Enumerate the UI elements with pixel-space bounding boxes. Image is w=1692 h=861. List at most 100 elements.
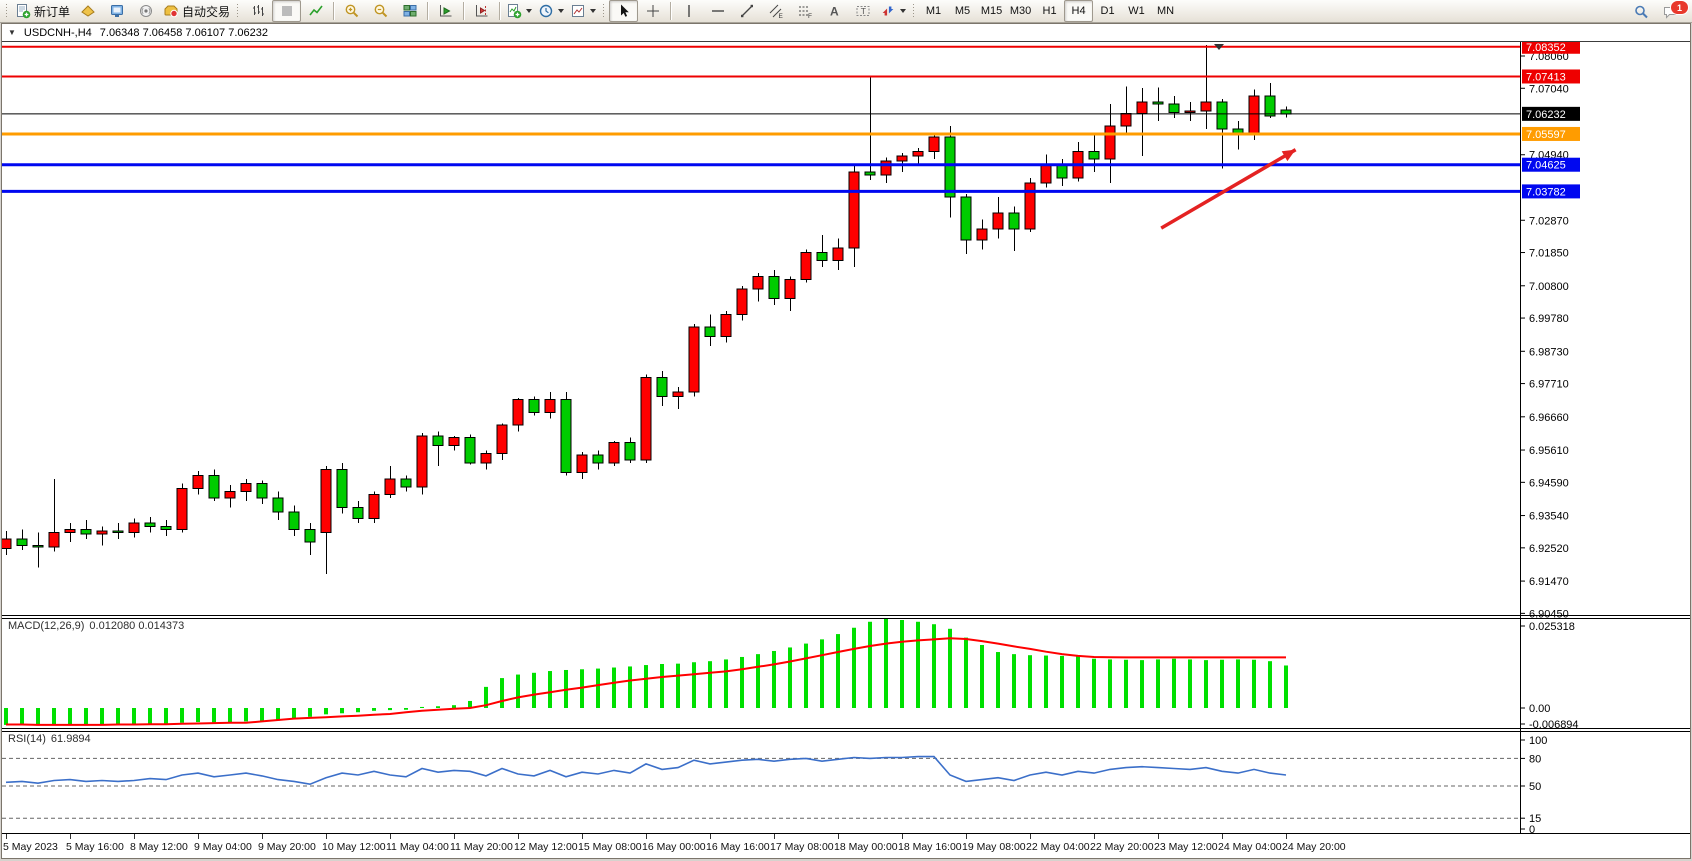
timeframe-m15[interactable]: M15 xyxy=(977,0,1006,22)
dropdown-caret-icon[interactable] xyxy=(558,9,564,13)
timeframe-mn[interactable]: MN xyxy=(1151,0,1180,22)
rsi-indicator-label: RSI(14) 61.9894 xyxy=(8,733,91,745)
svg-text:F: F xyxy=(808,13,812,19)
candlestick-chart-button[interactable] xyxy=(272,0,301,22)
candlestick-chart-icon xyxy=(279,3,295,19)
svg-text:T: T xyxy=(860,6,865,16)
line-chart-button[interactable] xyxy=(301,0,330,22)
timeframe-m30[interactable]: M30 xyxy=(1006,0,1035,22)
chart-collapse-icon[interactable]: ▼ xyxy=(8,29,16,37)
data-window-button[interactable] xyxy=(102,0,131,22)
toolbar-separator xyxy=(427,2,428,20)
timeframe-h4[interactable]: H4 xyxy=(1064,0,1093,22)
data-window-icon xyxy=(109,3,125,19)
chart-shift-icon xyxy=(474,3,490,19)
main-toolbar: 新订单 自动交易 E F A T M1 M5 M15 M30 H1 H4 D1 W1MN xyxy=(0,0,1692,23)
dropdown-caret-icon[interactable] xyxy=(590,9,596,13)
chart-shift-button[interactable] xyxy=(467,0,496,22)
toolbar-drag-handle[interactable] xyxy=(912,3,916,19)
crosshair-icon xyxy=(645,3,661,19)
dropdown-caret-icon[interactable] xyxy=(526,9,532,13)
templates-button[interactable] xyxy=(567,0,599,22)
indicators-icon xyxy=(506,3,522,19)
timeframe-h4-label: H4 xyxy=(1072,5,1086,17)
timeframe-w1[interactable]: W1 xyxy=(1122,0,1151,22)
horizontal-line-button[interactable] xyxy=(703,0,732,22)
timeframe-h1-label: H1 xyxy=(1043,5,1057,17)
chart-title-symbol: USDCNH-,H4 xyxy=(24,27,92,39)
strategy-signal-icon xyxy=(138,3,154,19)
notification-badge: 1 xyxy=(1670,0,1689,15)
auto-scroll-icon xyxy=(438,3,454,19)
timeframe-m5-label: M5 xyxy=(955,5,970,17)
periods-icon xyxy=(538,3,554,19)
horizontal-line-icon xyxy=(710,3,726,19)
timeframe-m5[interactable]: M5 xyxy=(948,0,977,22)
arrows-button[interactable] xyxy=(877,0,909,22)
rsi-panel[interactable] xyxy=(2,732,1520,834)
chat-button[interactable]: 1 xyxy=(1655,1,1684,23)
new-order-icon xyxy=(15,3,31,19)
macd-panel[interactable] xyxy=(2,619,1520,729)
zoom-in-button[interactable] xyxy=(337,0,366,22)
zoom-in-icon xyxy=(344,3,360,19)
zoom-out-button[interactable] xyxy=(366,0,395,22)
toolbar-right-group: 1 xyxy=(1626,1,1684,23)
text-icon: A xyxy=(826,3,842,19)
toolbar-separator xyxy=(333,2,334,20)
periods-button[interactable] xyxy=(535,0,567,22)
timeframe-d1[interactable]: D1 xyxy=(1093,0,1122,22)
cursor-icon xyxy=(616,3,632,19)
rsi-value: 61.9894 xyxy=(51,733,91,745)
text-label-button[interactable]: T xyxy=(848,0,877,22)
price-axis[interactable] xyxy=(1520,42,1690,834)
new-order-button-label: 新订单 xyxy=(34,3,70,20)
timeframe-m15-label: M15 xyxy=(981,5,1002,17)
zoom-out-icon xyxy=(373,3,389,19)
equidistant-channel-button[interactable]: E xyxy=(761,0,790,22)
dropdown-caret-icon[interactable] xyxy=(900,9,906,13)
svg-text:E: E xyxy=(778,13,783,19)
bar-chart-button[interactable] xyxy=(243,0,272,22)
tile-windows-button[interactable] xyxy=(395,0,424,22)
macd-values: 0.012080 0.014373 xyxy=(89,620,184,632)
timeframe-m30-label: M30 xyxy=(1010,5,1031,17)
timeframe-m1[interactable]: M1 xyxy=(919,0,948,22)
cursor-button[interactable] xyxy=(609,0,638,22)
main-chart-plot-area[interactable] xyxy=(2,42,1520,616)
toolbar-drag-handle[interactable] xyxy=(5,3,9,19)
rsi-name: RSI(14) xyxy=(8,733,46,745)
toolbar-drag-handle[interactable] xyxy=(602,3,606,19)
timeframe-d1-label: D1 xyxy=(1101,5,1115,17)
price-chart-svg[interactable]: 7.080607.070407.049407.028707.018507.008… xyxy=(2,42,1690,858)
vertical-line-button[interactable] xyxy=(674,0,703,22)
fibonacci-button[interactable]: F xyxy=(790,0,819,22)
autotrading-icon xyxy=(163,3,179,19)
chart-title-ohlc: 7.06348 7.06458 7.06107 7.06232 xyxy=(100,27,268,39)
new-order-button[interactable]: 新订单 xyxy=(12,0,73,22)
text-label-icon: T xyxy=(855,3,871,19)
svg-text:A: A xyxy=(830,5,839,19)
autotrading-button[interactable]: 自动交易 xyxy=(160,0,233,22)
line-chart-icon xyxy=(308,3,324,19)
strategy-signal-button[interactable] xyxy=(131,0,160,22)
trendline-icon xyxy=(739,3,755,19)
crosshair-button[interactable] xyxy=(638,0,667,22)
toolbar-separator xyxy=(499,2,500,20)
toolbar-separator xyxy=(463,2,464,20)
chart-body: 7.080607.070407.049407.028707.018507.008… xyxy=(2,42,1690,858)
auto-scroll-button[interactable] xyxy=(431,0,460,22)
market-watch-button[interactable] xyxy=(73,0,102,22)
text-button[interactable]: A xyxy=(819,0,848,22)
macd-indicator-label: MACD(12,26,9)0.012080 0.014373 xyxy=(8,620,184,632)
chart-title-bar[interactable]: ▼ USDCNH-,H4 7.06348 7.06458 7.06107 7.0… xyxy=(2,24,1690,42)
search-button[interactable] xyxy=(1626,1,1655,23)
indicators-button[interactable] xyxy=(503,0,535,22)
timeframe-h1[interactable]: H1 xyxy=(1035,0,1064,22)
arrows-icon xyxy=(880,3,896,19)
toolbar-drag-handle[interactable] xyxy=(236,3,240,19)
vertical-line-icon xyxy=(681,3,697,19)
trendline-button[interactable] xyxy=(732,0,761,22)
time-axis[interactable] xyxy=(2,834,1690,859)
fibonacci-icon: F xyxy=(797,3,813,19)
